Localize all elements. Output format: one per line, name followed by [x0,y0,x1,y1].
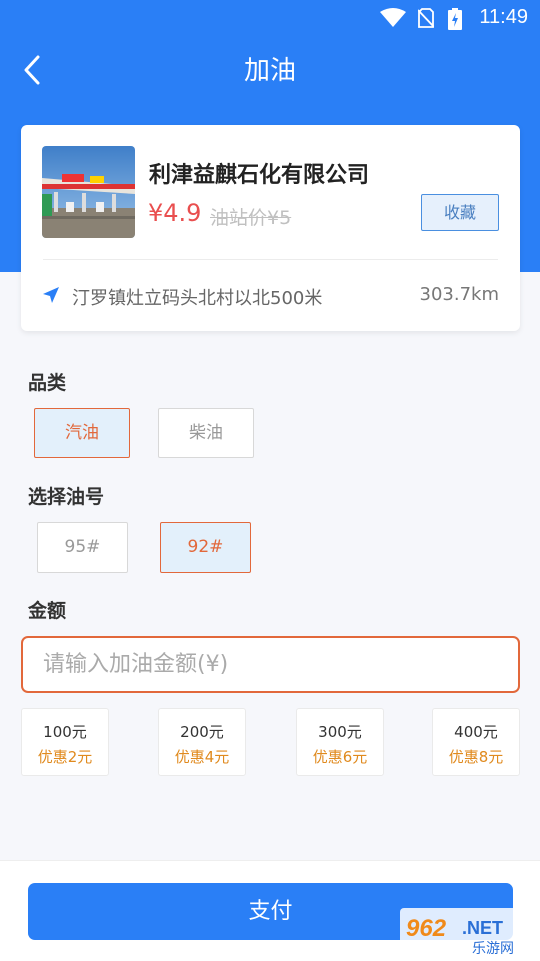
preset-amount-200[interactable]: 200元 优惠4元 [158,708,246,776]
no-sim-icon [418,8,434,28]
svg-text:乐游网: 乐游网 [472,941,514,957]
battery-charging-icon [448,8,462,30]
svg-text:.NET: .NET [462,918,503,938]
svg-text:962: 962 [406,915,447,942]
preset-discount: 优惠2元 [37,748,93,766]
discount-price: ¥4.9 [148,199,202,227]
watermark-logo: 962 .NET 乐游网 [400,908,534,958]
grade-option-92[interactable]: 92# [160,522,251,573]
grade-option-95[interactable]: 95# [37,522,128,573]
preset-amount-value: 300元 [318,723,362,741]
preset-amount-value: 200元 [180,723,224,741]
navigation-arrow-icon [43,287,59,303]
station-name: 利津益麒石化有限公司 [149,163,370,188]
preset-amount-100[interactable]: 100元 优惠2元 [21,708,109,776]
amount-label: 金额 [28,600,67,622]
amount-input[interactable] [21,636,520,693]
gas-station-image [42,146,135,238]
grade-label: 选择油号 [28,486,105,508]
station-photo [42,146,135,238]
status-time: 11:49 [479,6,528,28]
category-option-gasoline[interactable]: 汽油 [34,408,130,458]
page-title: 加油 [243,56,296,86]
card-divider [43,259,498,260]
station-distance: 303.7km [419,284,500,305]
status-bar: 11:49 [0,0,540,36]
station-address: 汀罗镇灶立码头北村以北500米 [72,288,323,309]
original-price: 油站价¥5 [210,207,292,229]
preset-amount-300[interactable]: 300元 优惠6元 [296,708,384,776]
category-option-diesel[interactable]: 柴油 [158,408,254,458]
category-label: 品类 [28,372,67,394]
preset-discount: 优惠6元 [312,748,368,766]
preset-discount: 优惠8元 [448,748,504,766]
station-card: 利津益麒石化有限公司 ¥4.9 油站价¥5 收藏 汀罗镇灶立码头北村以北500米… [21,125,520,331]
preset-amount-value: 400元 [454,723,498,741]
wifi-icon [380,8,406,27]
favorite-button[interactable]: 收藏 [421,194,499,231]
preset-discount: 优惠4元 [174,748,230,766]
preset-amount-400[interactable]: 400元 优惠8元 [432,708,520,776]
preset-amount-value: 100元 [43,723,87,741]
